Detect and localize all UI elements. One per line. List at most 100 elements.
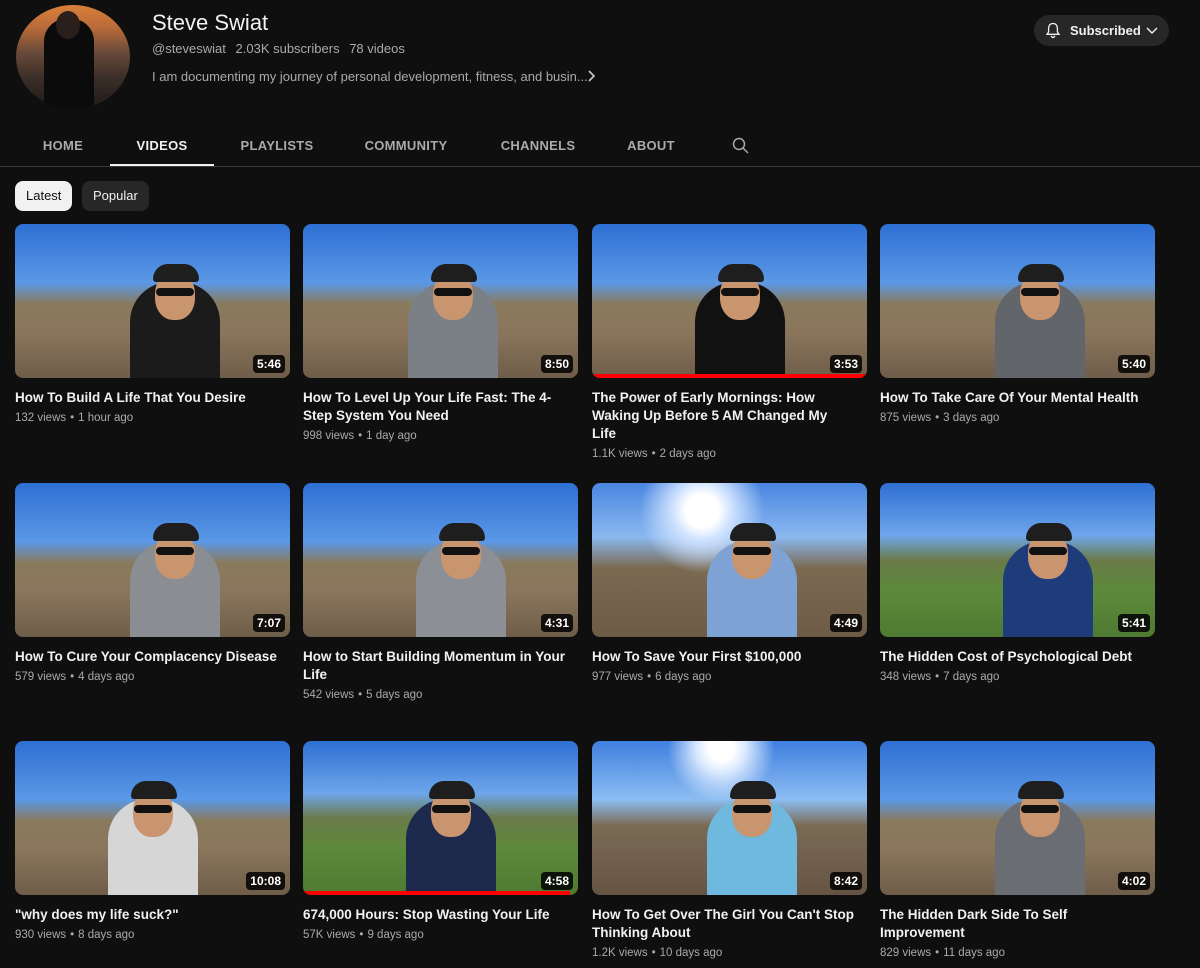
- video-thumbnail[interactable]: 7:07: [15, 483, 290, 637]
- video-thumbnail[interactable]: 8:42: [592, 741, 867, 895]
- tab-community[interactable]: COMMUNITY: [358, 120, 454, 166]
- channel-header: Steve Swiat @steveswiat 2.03K subscriber…: [0, 0, 1200, 120]
- view-count: 132 views: [15, 412, 67, 424]
- channel-description[interactable]: I am documenting my journey of personal …: [152, 69, 588, 84]
- video-thumbnail[interactable]: 4:02: [880, 741, 1155, 895]
- video-card[interactable]: 5:46 How To Build A Life That You Desire 1…: [15, 224, 290, 424]
- video-title[interactable]: How To Save Your First $100,000: [592, 648, 867, 666]
- video-title[interactable]: The Power of Early Mornings: How Waking …: [592, 389, 867, 443]
- upload-age: 6 days ago: [655, 671, 712, 683]
- video-duration: 8:50: [540, 355, 573, 373]
- video-thumbnail[interactable]: 5:46: [15, 224, 290, 378]
- meta-separator: •: [935, 671, 940, 683]
- video-title[interactable]: How to Start Building Momentum in Your L…: [303, 648, 578, 684]
- upload-age: 3 days ago: [943, 412, 1000, 424]
- video-duration: 4:49: [829, 614, 862, 632]
- video-card[interactable]: 8:42 How To Get Over The Girl You Can't S…: [592, 741, 867, 959]
- video-duration: 8:42: [829, 872, 862, 890]
- chevron-down-icon: [1146, 27, 1158, 34]
- channel-avatar[interactable]: [16, 5, 130, 109]
- thumbnail-cap: [153, 523, 199, 541]
- video-card[interactable]: 3:53 The Power of Early Mornings: How Wak…: [592, 224, 867, 460]
- thumbnail-sunglasses: [432, 805, 470, 813]
- video-meta: 977 views • 6 days ago: [592, 671, 867, 683]
- video-card[interactable]: 8:50 How To Level Up Your Life Fast: The …: [303, 224, 578, 442]
- view-count: 1.1K views: [592, 448, 648, 460]
- video-card[interactable]: 10:08 "why does my life suck?" 930 views • 8…: [15, 741, 290, 941]
- video-title[interactable]: The Hidden Dark Side To Self Improvement: [880, 906, 1155, 942]
- video-title[interactable]: How To Cure Your Complacency Disease: [15, 648, 290, 666]
- video-duration: 5:46: [252, 355, 285, 373]
- thumbnail-sunglasses: [1021, 805, 1059, 813]
- video-title[interactable]: How To Build A Life That You Desire: [15, 389, 290, 407]
- upload-age: 9 days ago: [367, 929, 424, 941]
- search-icon[interactable]: [731, 136, 751, 156]
- video-card[interactable]: 5:40 How To Take Care Of Your Mental Heal…: [880, 224, 1155, 424]
- video-card[interactable]: 4:58 674,000 Hours: Stop Wasting Your Lif…: [303, 741, 578, 941]
- video-meta: 132 views • 1 hour ago: [15, 412, 290, 424]
- video-card[interactable]: 5:41 The Hidden Cost of Psychological Deb…: [880, 483, 1155, 683]
- thumbnail-cap: [1018, 264, 1064, 282]
- upload-age: 7 days ago: [943, 671, 1000, 683]
- meta-separator: •: [647, 671, 652, 683]
- video-title[interactable]: The Hidden Cost of Psychological Debt: [880, 648, 1155, 666]
- video-duration: 5:40: [1117, 355, 1150, 373]
- view-count: 977 views: [592, 671, 644, 683]
- meta-separator: •: [935, 412, 940, 424]
- video-thumbnail[interactable]: 8:50: [303, 224, 578, 378]
- meta-separator: •: [70, 412, 75, 424]
- upload-age: 1 day ago: [366, 430, 417, 442]
- video-thumbnail[interactable]: 4:58: [303, 741, 578, 895]
- upload-age: 8 days ago: [78, 929, 135, 941]
- watch-progress-bar: [592, 374, 867, 378]
- chip-popular[interactable]: Popular: [82, 181, 149, 211]
- video-title[interactable]: How To Level Up Your Life Fast: The 4-St…: [303, 389, 578, 425]
- tab-playlists[interactable]: PLAYLISTS: [236, 120, 318, 166]
- thumbnail-sunglasses: [721, 288, 759, 296]
- video-card[interactable]: 7:07 How To Cure Your Complacency Disease…: [15, 483, 290, 683]
- thumbnail-cap: [1018, 781, 1064, 799]
- video-meta: 829 views • 11 days ago: [880, 947, 1155, 959]
- video-title[interactable]: How To Take Care Of Your Mental Health: [880, 389, 1155, 407]
- tab-channels[interactable]: CHANNELS: [496, 120, 580, 166]
- video-duration: 4:58: [540, 872, 573, 890]
- video-thumbnail[interactable]: 4:49: [592, 483, 867, 637]
- video-thumbnail[interactable]: 5:41: [880, 483, 1155, 637]
- meta-separator: •: [935, 947, 940, 959]
- subscribed-button[interactable]: Subscribed: [1034, 15, 1169, 46]
- thumbnail-cap: [431, 264, 477, 282]
- video-title[interactable]: "why does my life suck?": [15, 906, 290, 924]
- video-meta: 57K views • 9 days ago: [303, 929, 578, 941]
- view-count: 930 views: [15, 929, 67, 941]
- channel-name: Steve Swiat: [152, 10, 269, 35]
- video-card[interactable]: 4:31 How to Start Building Momentum in Yo…: [303, 483, 578, 701]
- meta-separator: •: [358, 689, 363, 701]
- tab-videos[interactable]: VIDEOS: [110, 120, 214, 166]
- video-card[interactable]: 4:02 The Hidden Dark Side To Self Improve…: [880, 741, 1155, 959]
- video-title[interactable]: 674,000 Hours: Stop Wasting Your Life: [303, 906, 578, 924]
- video-card[interactable]: 4:49 How To Save Your First $100,000 977 v…: [592, 483, 867, 683]
- video-thumbnail[interactable]: 10:08: [15, 741, 290, 895]
- video-duration: 4:02: [1117, 872, 1150, 890]
- upload-age: 2 days ago: [659, 448, 716, 460]
- channel-meta: @steveswiat 2.03K subscribers 78 videos: [152, 41, 411, 56]
- chip-latest[interactable]: Latest: [15, 181, 73, 211]
- video-title[interactable]: How To Get Over The Girl You Can't Stop …: [592, 906, 867, 942]
- chevron-right-icon[interactable]: [583, 66, 601, 86]
- view-count: 998 views: [303, 430, 355, 442]
- watch-progress-bar: [303, 891, 570, 895]
- thumbnail-cap: [429, 781, 475, 799]
- video-meta: 930 views • 8 days ago: [15, 929, 290, 941]
- tab-home[interactable]: HOME: [29, 120, 97, 166]
- video-thumbnail[interactable]: 3:53: [592, 224, 867, 378]
- subscriber-count: 2.03K subscribers: [235, 41, 340, 56]
- thumbnail-cap: [439, 523, 485, 541]
- video-thumbnail[interactable]: 5:40: [880, 224, 1155, 378]
- thumbnail-sunglasses: [1029, 547, 1067, 555]
- video-meta: 1.2K views • 10 days ago: [592, 947, 867, 959]
- tab-about[interactable]: ABOUT: [622, 120, 680, 166]
- thumbnail-cap: [718, 264, 764, 282]
- thumbnail-sunglasses: [156, 288, 194, 296]
- thumbnail-cap: [131, 781, 177, 799]
- video-thumbnail[interactable]: 4:31: [303, 483, 578, 637]
